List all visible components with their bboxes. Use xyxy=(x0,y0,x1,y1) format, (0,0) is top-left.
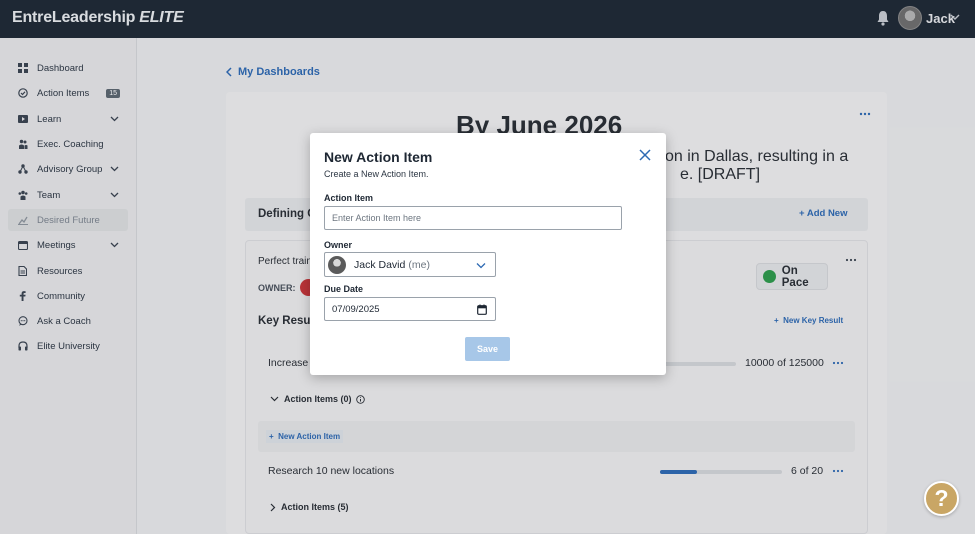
close-icon[interactable] xyxy=(639,149,651,161)
owner-label: Owner xyxy=(324,240,353,250)
help-icon: ? xyxy=(934,485,949,511)
chevron-down-icon xyxy=(476,263,486,269)
owner-suffix: (me) xyxy=(408,258,430,271)
action-item-label: Action Item xyxy=(324,193,374,203)
save-button[interactable]: Save xyxy=(465,337,510,361)
new-action-item-modal: New Action Item Create a New Action Item… xyxy=(310,133,666,375)
owner-avatar xyxy=(328,255,346,274)
owner-name: Jack David xyxy=(354,258,406,271)
calendar-icon[interactable] xyxy=(477,304,487,315)
help-button[interactable]: ? xyxy=(924,481,959,516)
due-date-input[interactable]: 07/09/2025 xyxy=(324,297,496,321)
modal-title: New Action Item xyxy=(324,149,433,165)
due-date-label: Due Date xyxy=(324,284,364,294)
action-item-input[interactable] xyxy=(324,206,622,230)
owner-select[interactable]: Jack David (me) xyxy=(324,252,496,277)
modal-subtitle: Create a New Action Item. xyxy=(324,169,429,179)
due-date-value: 07/09/2025 xyxy=(332,303,380,315)
